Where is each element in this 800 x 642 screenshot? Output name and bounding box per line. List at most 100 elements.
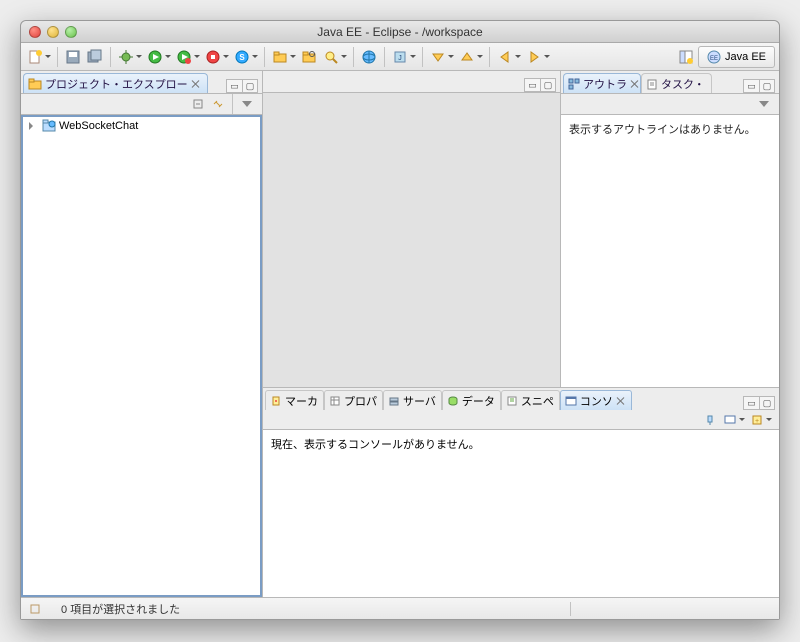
tab-label: タスク・ <box>661 76 705 92</box>
tab-label: アウトラ <box>583 76 627 92</box>
console-empty-message: 現在、表示するコンソールがありません。 <box>271 436 771 452</box>
tab-label: プロパ <box>344 393 377 409</box>
new-dropdown[interactable] <box>44 47 52 67</box>
web-browser-icon[interactable] <box>359 47 379 67</box>
tab-snippets[interactable]: スニペ <box>501 390 560 410</box>
run-server-dropdown[interactable] <box>193 47 201 67</box>
close-icon[interactable] <box>616 396 626 406</box>
tab-label: マーカ <box>285 393 318 409</box>
minimize-editor-button[interactable]: ▭ <box>524 78 540 92</box>
tab-label: スニペ <box>521 393 554 409</box>
titlebar[interactable]: Java EE - Eclipse - /workspace <box>21 21 779 43</box>
separator <box>110 47 111 67</box>
marker-icon <box>270 395 282 407</box>
svg-text:+: + <box>755 418 759 425</box>
web-project-icon <box>42 119 56 133</box>
new-icon[interactable] <box>25 47 45 67</box>
display-console-icon[interactable] <box>721 411 739 429</box>
bottom-tab-bar: マーカ プロパ サーバ データ スニペ コンソ ▭ ▢ <box>263 388 779 410</box>
nav-down-icon[interactable] <box>428 47 448 67</box>
tab-data[interactable]: データ <box>442 390 501 410</box>
tab-console[interactable]: コンソ <box>560 390 632 410</box>
maximize-editor-button[interactable]: ▢ <box>540 78 556 92</box>
debug-icon[interactable] <box>116 47 136 67</box>
project-name: WebSocketChat <box>59 120 138 132</box>
run-server-icon[interactable] <box>174 47 194 67</box>
pin-console-icon[interactable] <box>701 411 719 429</box>
open-type-icon[interactable] <box>299 47 319 67</box>
minimize-view-button[interactable]: ▭ <box>226 79 242 93</box>
tab-label: プロジェクト・エクスプロー <box>45 76 188 92</box>
outline-icon <box>568 78 580 90</box>
outline-task-pane: アウトラ タスク・ ▭ ▢ <box>561 71 779 387</box>
save-icon[interactable] <box>63 47 83 67</box>
maximize-view-button[interactable]: ▢ <box>759 79 775 93</box>
view-menu-icon[interactable] <box>755 95 773 113</box>
run-dropdown[interactable] <box>164 47 172 67</box>
maximize-view-button[interactable]: ▢ <box>759 396 775 410</box>
svg-text:S: S <box>239 53 245 62</box>
minimize-view-button[interactable]: ▭ <box>743 396 759 410</box>
maximize-view-button[interactable]: ▢ <box>242 79 258 93</box>
main-toolbar: S J EE Java EE <box>21 43 779 71</box>
close-icon[interactable] <box>191 79 201 89</box>
search-icon[interactable] <box>321 47 341 67</box>
console-toolbar: + <box>263 410 779 430</box>
tree-item[interactable]: WebSocketChat <box>23 117 260 135</box>
jpa-icon[interactable]: J <box>390 47 410 67</box>
search-dropdown[interactable] <box>340 47 348 67</box>
new-project-dropdown[interactable] <box>289 47 297 67</box>
server-icon <box>388 395 400 407</box>
run-icon[interactable] <box>145 47 165 67</box>
save-all-icon[interactable] <box>85 47 105 67</box>
window-title: Java EE - Eclipse - /workspace <box>21 25 779 39</box>
top-right: ▭ ▢ アウトラ タスク・ <box>263 71 779 387</box>
external-tools-icon[interactable] <box>203 47 223 67</box>
close-icon[interactable] <box>630 79 634 89</box>
forward-icon[interactable] <box>524 47 544 67</box>
svg-text:EE: EE <box>710 56 718 62</box>
skype-icon[interactable]: S <box>232 47 252 67</box>
separator <box>353 47 354 67</box>
status-bar: 0 項目が選択されました <box>21 597 779 619</box>
workbench-body: プロジェクト・エクスプロー ▭ ▢ WebSocketChat <box>21 71 779 597</box>
status-icon <box>29 603 41 615</box>
outline-content[interactable]: 表示するアウトラインはありません。 <box>561 115 779 387</box>
svg-text:J: J <box>398 55 402 62</box>
console-content[interactable]: 現在、表示するコンソールがありません。 <box>263 430 779 597</box>
separator <box>489 47 490 67</box>
outline-empty-message: 表示するアウトラインはありません。 <box>561 115 779 143</box>
expand-icon[interactable] <box>29 122 37 130</box>
tab-label: サーバ <box>403 393 436 409</box>
new-project-icon[interactable] <box>270 47 290 67</box>
tab-properties[interactable]: プロパ <box>324 390 383 410</box>
back-icon[interactable] <box>495 47 515 67</box>
view-menu-icon[interactable] <box>238 95 256 113</box>
tab-servers[interactable]: サーバ <box>383 390 442 410</box>
open-perspective-icon[interactable] <box>676 47 696 67</box>
tab-markers[interactable]: マーカ <box>265 390 324 410</box>
view-tab-bar: プロジェクト・エクスプロー ▭ ▢ <box>21 71 262 93</box>
nav-up-icon[interactable] <box>457 47 477 67</box>
perspective-button-java-ee[interactable]: EE Java EE <box>698 46 775 68</box>
collapse-all-icon[interactable] <box>189 95 207 113</box>
tab-outline[interactable]: アウトラ <box>563 73 641 93</box>
minimize-view-button[interactable]: ▭ <box>743 79 759 93</box>
external-tools-dropdown[interactable] <box>222 47 230 67</box>
tab-tasks[interactable]: タスク・ <box>641 73 712 93</box>
minimize-window-button[interactable] <box>47 26 59 38</box>
task-icon <box>646 78 658 90</box>
jpa-dropdown[interactable] <box>409 47 417 67</box>
editor-area[interactable]: ▭ ▢ <box>263 71 561 387</box>
project-explorer-tree[interactable]: WebSocketChat <box>21 115 262 597</box>
project-explorer-toolbar <box>21 93 262 115</box>
open-console-icon[interactable]: + <box>748 411 766 429</box>
zoom-window-button[interactable] <box>65 26 77 38</box>
view-tab-bar: アウトラ タスク・ ▭ ▢ <box>561 71 779 93</box>
link-editor-icon[interactable] <box>209 95 227 113</box>
tab-project-explorer[interactable]: プロジェクト・エクスプロー <box>23 73 208 93</box>
skype-dropdown[interactable] <box>251 47 259 67</box>
close-window-button[interactable] <box>29 26 41 38</box>
debug-dropdown[interactable] <box>135 47 143 67</box>
tab-label: コンソ <box>580 393 613 409</box>
